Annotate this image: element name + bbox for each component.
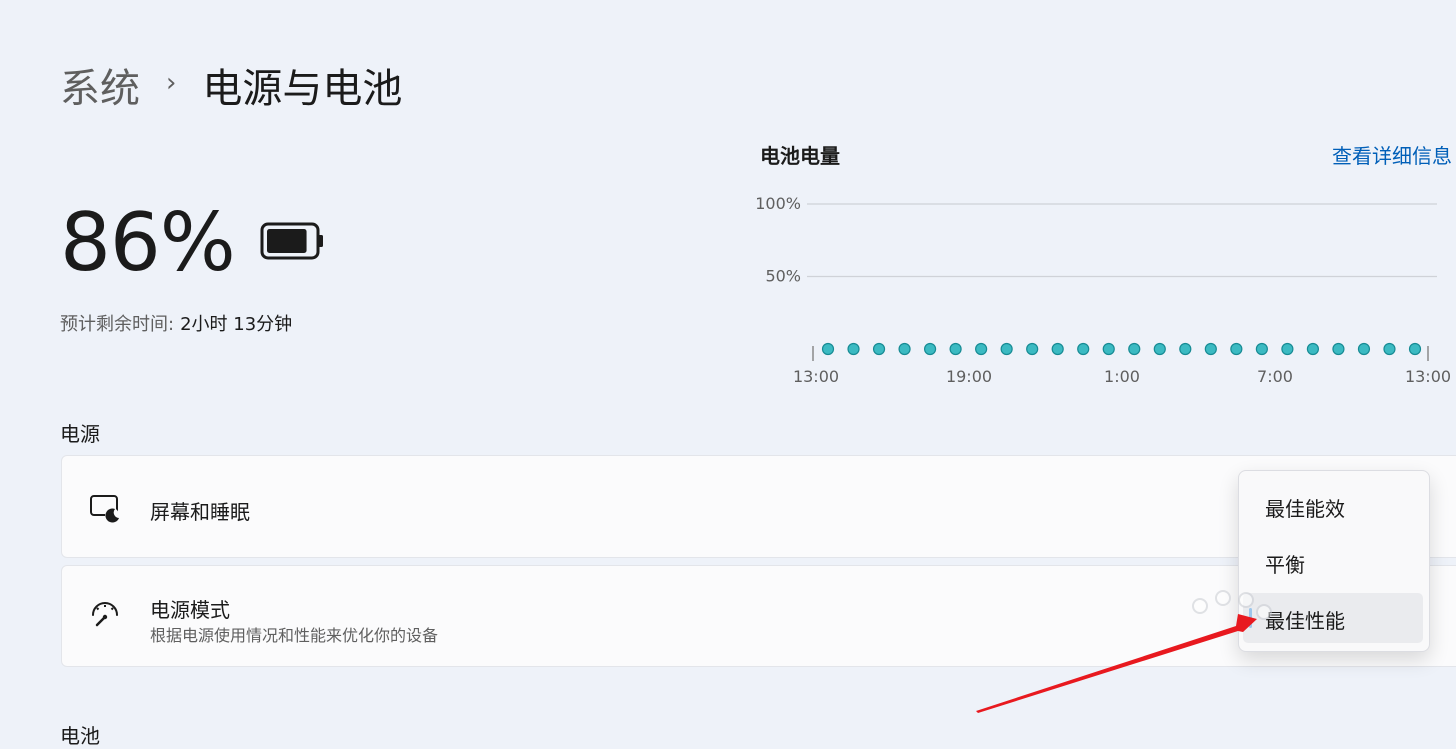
data-point: [1306, 342, 1320, 356]
data-point: [923, 342, 937, 356]
selection-indicator: [1249, 608, 1252, 628]
remaining-time: 预计剩余时间: 2小时 13分钟: [60, 310, 292, 336]
option-label: 平衡: [1265, 553, 1305, 577]
data-point: [1408, 342, 1422, 356]
battery-icon: [260, 222, 323, 260]
page-title: 电源与电池: [202, 66, 403, 112]
data-point: [1204, 342, 1217, 356]
data-point: [1153, 342, 1166, 356]
data-point: [975, 342, 988, 356]
data-point: [1281, 342, 1294, 356]
data-point: [1000, 342, 1013, 356]
data-point: [1255, 342, 1268, 356]
remaining-time-label: 预计剩余时间:: [60, 314, 175, 335]
x-tick-label: 7:00: [1257, 367, 1293, 386]
x-tick-label: 1:00: [1104, 367, 1140, 386]
y-tick-label: 100%: [755, 194, 801, 213]
data-point: [1128, 342, 1141, 356]
chevron-right-icon: ›: [166, 68, 177, 98]
screen-sleep-icon: [90, 495, 119, 523]
option-balanced[interactable]: 平衡: [1243, 537, 1423, 587]
screen-sleep-title: 屏幕和睡眠: [150, 500, 250, 524]
breadcrumb-parent[interactable]: 系统: [60, 56, 140, 114]
data-point: [872, 342, 886, 356]
power-section-title: 电源: [60, 422, 100, 446]
data-point: [1077, 342, 1090, 356]
battery-section-title: 电池: [60, 724, 100, 748]
gauge-icon: [92, 602, 118, 627]
data-point: [1383, 342, 1396, 356]
data-point: [1357, 342, 1371, 356]
power-mode-title: 电源模式: [150, 598, 230, 622]
chart-title: 电池电量: [760, 144, 840, 168]
battery-percent: 86%: [60, 196, 236, 289]
data-point: [1332, 342, 1345, 356]
y-tick-label: 50%: [765, 267, 801, 286]
breadcrumb: 系统 › 电源与电池: [60, 56, 402, 114]
data-point: [1102, 342, 1115, 356]
remaining-time-value: 2小时 13分钟: [180, 314, 293, 335]
data-point: [949, 342, 962, 356]
data-point: [1230, 342, 1243, 356]
x-tick-label: 13:00: [793, 367, 839, 386]
data-point: [898, 342, 911, 356]
data-point: [821, 342, 835, 356]
x-tick-label: 19:00: [946, 367, 992, 386]
option-best-performance[interactable]: 最佳性能: [1243, 593, 1423, 643]
option-label: 最佳能效: [1265, 497, 1345, 521]
battery-level-chart: 100% 50% 13:00 19:00 1:00 7:00 13:00: [755, 194, 1451, 386]
option-best-efficiency[interactable]: 最佳能效: [1243, 481, 1423, 531]
power-mode-dropdown: 最佳能效 平衡 最佳性能: [1238, 470, 1430, 652]
data-point: [1179, 342, 1192, 356]
data-point: [847, 342, 860, 356]
view-details-link[interactable]: 查看详细信息: [1332, 140, 1452, 169]
data-point: [1026, 342, 1039, 356]
power-mode-description: 根据电源使用情况和性能来优化你的设备: [150, 626, 439, 645]
option-label: 最佳性能: [1265, 609, 1345, 633]
x-tick-label: 13:00: [1405, 367, 1451, 386]
data-point: [1051, 342, 1064, 356]
